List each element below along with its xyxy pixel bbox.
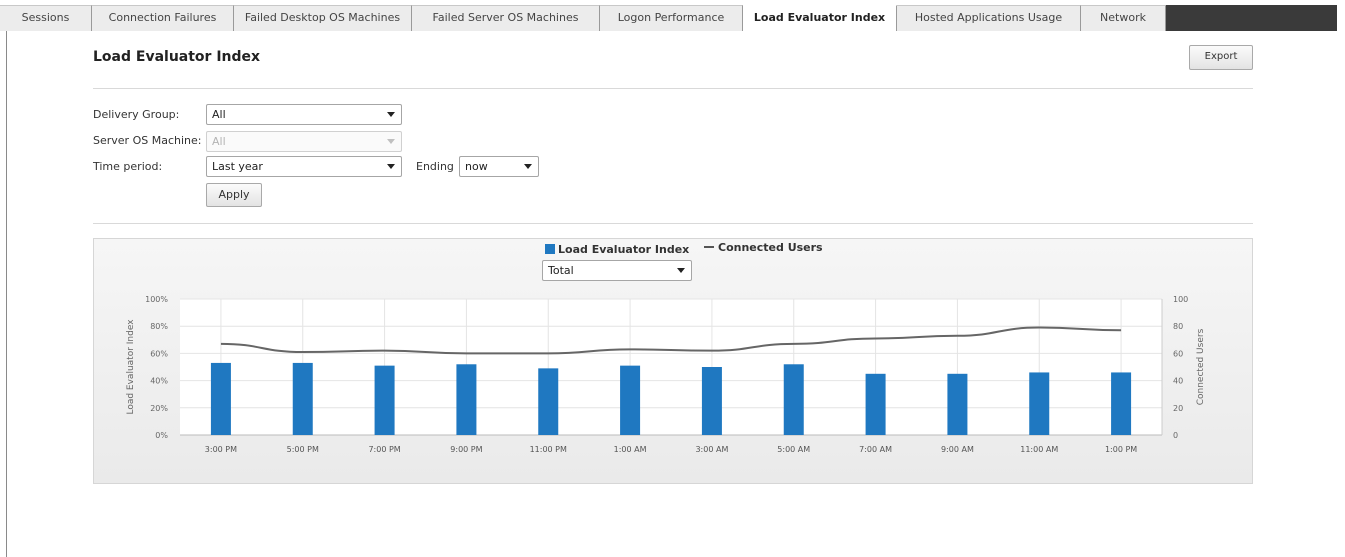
tab-failed-server-os-machines[interactable]: Failed Server OS Machines <box>412 5 600 31</box>
left-border <box>6 31 7 557</box>
legend-line-swatch <box>704 246 714 248</box>
legend-bar-swatch <box>545 244 555 254</box>
tab-failed-desktop-os-machines[interactable]: Failed Desktop OS Machines <box>234 5 412 31</box>
chevron-down-icon <box>524 164 532 169</box>
ending-label: Ending <box>416 160 454 173</box>
delivery-group-label: Delivery Group: <box>93 108 180 121</box>
chart-view-select[interactable]: Total <box>542 260 692 281</box>
tab-logon-performance[interactable]: Logon Performance <box>600 5 743 31</box>
chevron-down-icon <box>387 139 395 144</box>
tab-connection-failures[interactable]: Connection Failures <box>92 5 234 31</box>
server-os-machine-value: All <box>212 135 226 148</box>
legend-connected-users[interactable]: Connected Users <box>704 241 823 254</box>
page-title: Load Evaluator Index <box>93 49 261 65</box>
tab-load-evaluator-index[interactable]: Load Evaluator Index <box>743 5 897 31</box>
tab-bar: Sessions Connection Failures Failed Desk… <box>0 0 1345 31</box>
chevron-down-icon <box>677 268 685 273</box>
ending-value: now <box>465 160 488 173</box>
legend-load-evaluator-index-label: Load Evaluator Index <box>558 243 690 256</box>
chevron-down-icon <box>387 164 395 169</box>
tab-sessions[interactable]: Sessions <box>0 5 92 31</box>
tab-network[interactable]: Network <box>1081 5 1166 31</box>
legend-load-evaluator-index[interactable]: Load Evaluator Index <box>545 243 689 256</box>
filters-divider <box>93 223 1253 224</box>
apply-button[interactable]: Apply <box>206 183 262 207</box>
server-os-machine-label: Server OS Machine: <box>93 134 202 147</box>
ending-select[interactable]: now <box>459 156 539 177</box>
time-period-value: Last year <box>212 160 263 173</box>
chart-view-value: Total <box>548 264 574 277</box>
time-period-label: Time period: <box>93 160 163 173</box>
delivery-group-select[interactable]: All <box>206 104 402 125</box>
export-button[interactable]: Export <box>1189 45 1253 70</box>
legend-connected-users-label: Connected Users <box>718 241 823 254</box>
chevron-down-icon <box>387 112 395 117</box>
tab-hosted-applications-usage[interactable]: Hosted Applications Usage <box>897 5 1081 31</box>
time-period-select[interactable]: Last year <box>206 156 402 177</box>
server-os-machine-select: All <box>206 131 402 152</box>
delivery-group-value: All <box>212 108 226 121</box>
header-divider <box>93 88 1253 89</box>
